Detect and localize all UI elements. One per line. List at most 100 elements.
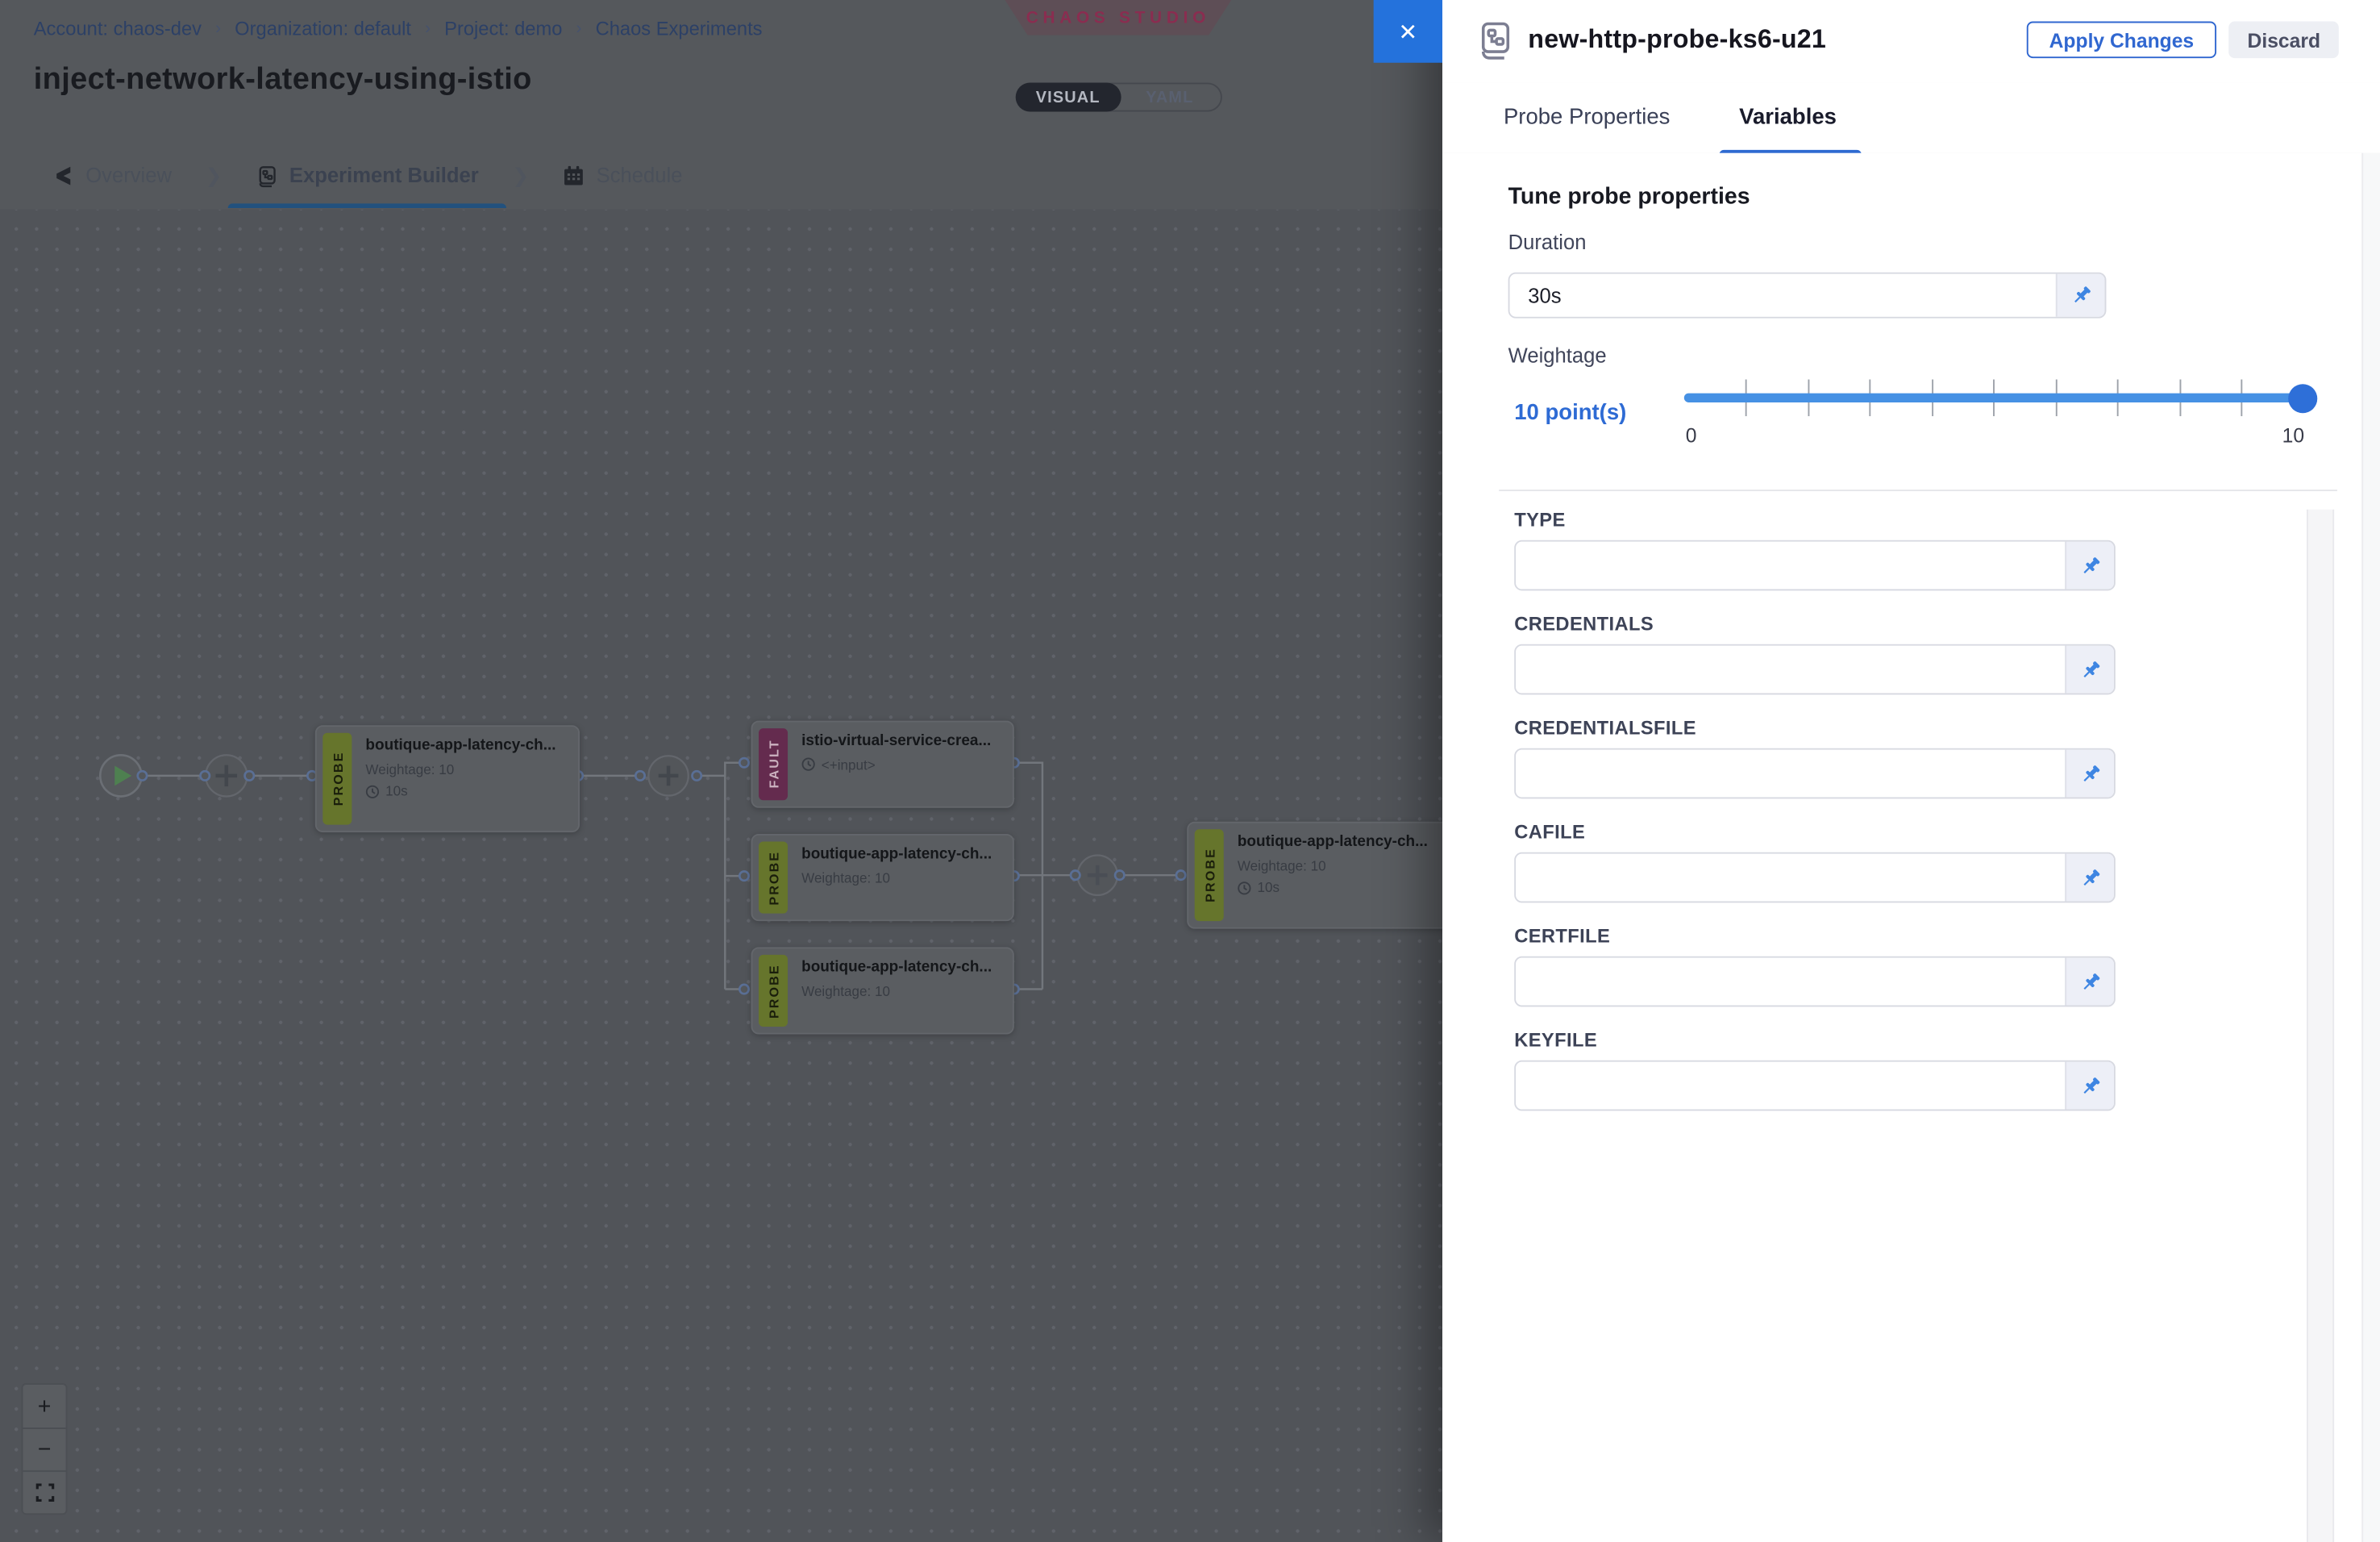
- chaos-studio-banner: CHAOS STUDIO: [1005, 0, 1231, 35]
- node-weightage: Weightage: 10: [801, 870, 1003, 886]
- drawer-scrollbar[interactable]: [2307, 510, 2334, 1542]
- apply-changes-button[interactable]: Apply Changes: [2026, 22, 2216, 59]
- yaml-toggle-option[interactable]: YAML: [1119, 84, 1221, 110]
- tab-experiment-builder[interactable]: Experiment Builder: [256, 142, 479, 208]
- pin-variable-button[interactable]: [2065, 854, 2114, 902]
- tab-overview-label: Overview: [85, 164, 172, 186]
- variable-label: CERTFILE: [1514, 926, 2116, 948]
- breadcrumb-chaos-experiments[interactable]: Chaos Experiments: [596, 19, 763, 40]
- variable-input[interactable]: [1516, 750, 2065, 798]
- variable-field-row: CREDENTIALS: [1514, 614, 2116, 718]
- zoom-in-button[interactable]: +: [23, 1385, 65, 1427]
- node-weightage: Weightage: 10: [365, 761, 568, 777]
- clock-icon: [1238, 881, 1251, 894]
- tab-overview[interactable]: Overview: [52, 142, 172, 208]
- calendar-icon: [563, 165, 585, 186]
- probe-node-card[interactable]: PROBE boutique-app-latency-ch... Weighta…: [751, 834, 1014, 921]
- node-title: boutique-app-latency-ch...: [1238, 834, 1439, 851]
- pin-icon: [2079, 1075, 2101, 1097]
- variable-field-group: [1514, 540, 2116, 591]
- fault-badge: FAULT: [759, 728, 788, 800]
- drawer-body: Tune probe properties Duration Weightage…: [1442, 153, 2380, 1542]
- probe-name-title: new-http-probe-ks6-u21: [1528, 24, 1826, 55]
- fullscreen-button[interactable]: [23, 1470, 65, 1513]
- probe-badge: PROBE: [759, 955, 788, 1027]
- tab-schedule[interactable]: Schedule: [563, 142, 683, 208]
- variable-input[interactable]: [1516, 1062, 2065, 1110]
- discard-button[interactable]: Discard: [2229, 22, 2339, 59]
- breadcrumb-organization[interactable]: Organization: default: [235, 19, 411, 40]
- variable-field-row: CERTFILE: [1514, 926, 2116, 1030]
- pin-variable-button[interactable]: [2065, 542, 2114, 590]
- section-title: Tune probe properties: [1508, 184, 1750, 210]
- variable-label: CAFILE: [1514, 822, 2116, 844]
- add-node-button[interactable]: [206, 755, 247, 796]
- visual-toggle-option[interactable]: VISUAL: [1016, 82, 1121, 111]
- clock-icon: [801, 757, 815, 771]
- weightage-points-value: 10 point(s): [1514, 401, 1626, 425]
- pin-icon: [2079, 555, 2101, 577]
- pin-variable-button[interactable]: [2065, 646, 2114, 694]
- pin-icon: [2079, 971, 2101, 993]
- slider-min-label: 0: [1686, 424, 1697, 447]
- variable-field-group: [1514, 852, 2116, 903]
- pin-variable-button[interactable]: [2065, 1062, 2114, 1110]
- canvas-zoom-controls: + −: [22, 1383, 68, 1515]
- variable-input[interactable]: [1516, 542, 2065, 590]
- pin-icon: [2079, 763, 2101, 785]
- add-node-button[interactable]: [648, 756, 688, 795]
- node-title: boutique-app-latency-ch...: [801, 846, 1003, 863]
- probe-badge: PROBE: [1195, 829, 1224, 921]
- slider-max-label: 10: [2282, 424, 2304, 447]
- start-node[interactable]: [100, 755, 141, 796]
- zoom-out-button[interactable]: −: [23, 1427, 65, 1470]
- variable-field-group: [1514, 1061, 2116, 1111]
- variable-label: TYPE: [1514, 510, 2116, 531]
- variable-label: CREDENTIALS: [1514, 614, 2116, 636]
- overview-icon: [52, 165, 74, 186]
- slider-handle[interactable]: [2288, 383, 2317, 412]
- page-header: Account: chaos-dev › Organization: defau…: [0, 0, 1442, 211]
- breadcrumb-account[interactable]: Account: chaos-dev: [34, 19, 202, 40]
- visual-yaml-toggle: VISUAL YAML: [1016, 82, 1222, 111]
- breadcrumb-project[interactable]: Project: demo: [444, 19, 562, 40]
- node-weightage: Weightage: 10: [801, 983, 1003, 998]
- variable-field-row: CREDENTIALSFILE: [1514, 718, 2116, 822]
- experiment-builder-icon: [256, 165, 277, 186]
- fault-node-card[interactable]: FAULT istio-virtual-service-crea... <+in…: [751, 721, 1014, 808]
- tab-variables[interactable]: Variables: [1739, 82, 1837, 152]
- pin-variable-button[interactable]: [2065, 958, 2114, 1006]
- variable-input[interactable]: [1516, 958, 2065, 1006]
- node-title: boutique-app-latency-ch...: [365, 737, 568, 754]
- probe-node-card[interactable]: PROBE boutique-app-latency-ch... Weighta…: [315, 725, 580, 832]
- tab-probe-properties[interactable]: Probe Properties: [1504, 82, 1670, 152]
- probe-node-card[interactable]: PROBE boutique-app-latency-ch... Weighta…: [1187, 822, 1442, 929]
- add-node-button[interactable]: [1078, 856, 1117, 895]
- tab-separator-chevron-icon: ❯: [206, 163, 223, 187]
- builder-nav-tabs: Overview ❯ Experiment Builder: [0, 142, 1442, 208]
- variable-field-row: CAFILE: [1514, 822, 2116, 926]
- variable-label: KEYFILE: [1514, 1030, 2116, 1052]
- variable-field-group: [1514, 748, 2116, 799]
- pin-variable-button[interactable]: [2056, 274, 2105, 317]
- variable-input[interactable]: [1516, 646, 2065, 694]
- pin-variable-button[interactable]: [2065, 750, 2114, 798]
- probe-config-drawer: ✕ new-http-probe-ks6-u21 Apply Changes D…: [1442, 0, 2380, 1542]
- variable-field-group: [1514, 644, 2116, 695]
- variable-input[interactable]: [1516, 854, 2065, 902]
- page-title: inject-network-latency-using-istio: [34, 63, 532, 98]
- drawer-close-button[interactable]: ✕: [1374, 0, 1442, 63]
- node-duration: 10s: [1238, 880, 1439, 895]
- duration-input[interactable]: [1510, 274, 2056, 317]
- active-tab-underline: [228, 202, 506, 208]
- breadcrumb-separator-icon: ›: [215, 20, 221, 39]
- tab-schedule-label: Schedule: [597, 164, 683, 186]
- probe-node-card[interactable]: PROBE boutique-app-latency-ch... Weighta…: [751, 947, 1014, 1034]
- breadcrumb-separator-icon: ›: [576, 20, 582, 39]
- node-duration: <+input>: [801, 756, 1003, 772]
- experiment-builder-pane: Account: chaos-dev › Organization: defau…: [0, 0, 1442, 1542]
- pipeline-canvas[interactable]: PROBE boutique-app-latency-ch... Weighta…: [0, 210, 1442, 1542]
- probe-icon: [1476, 22, 1514, 61]
- slider-track[interactable]: [1684, 394, 2303, 402]
- breadcrumb-separator-icon: ›: [425, 20, 431, 39]
